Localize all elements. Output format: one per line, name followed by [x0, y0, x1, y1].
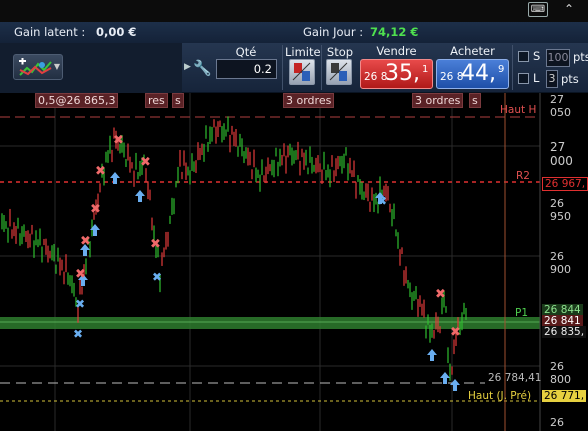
sell-cross-icon[interactable]: ✖	[450, 325, 461, 340]
limit-points-input[interactable]: 3	[546, 70, 558, 88]
candles-group	[1, 116, 467, 381]
order-tag[interactable]: s	[469, 93, 481, 108]
order-tag-text: s	[472, 94, 478, 107]
buy-arrow-icon[interactable]	[110, 172, 120, 184]
order-tag[interactable]: res	[145, 93, 168, 108]
buy-arrow-icon[interactable]	[427, 349, 437, 361]
limit-checkbox[interactable]	[518, 73, 529, 84]
keyboard-icon[interactable]: ⌨	[528, 2, 548, 17]
buy-label: Acheter	[450, 44, 495, 58]
dropdown-arrow-icon: ▼	[53, 62, 60, 71]
y-axis-label: 26 750	[550, 416, 571, 431]
close-position-icon[interactable]: ✖	[75, 297, 85, 311]
sell-cross-icon[interactable]: ✖	[150, 237, 161, 252]
gain-jour-value: 74,12 €	[370, 25, 419, 39]
order-tag[interactable]: s	[172, 93, 184, 108]
quantity-input[interactable]: 0.2	[216, 59, 277, 79]
close-position-icon[interactable]: ✖	[152, 270, 162, 284]
haut-h-label: Haut H	[500, 104, 537, 116]
buy-price-decimal: 9	[498, 64, 505, 75]
trade-markers-group: ✖ ✖ ✖ ✖ ✖ ✖ ✖ ✖ ✖ ✖ ✖ ✖ ✖	[73, 133, 461, 391]
s-label: S	[533, 49, 541, 63]
sell-cross-icon[interactable]: ✖	[80, 234, 91, 249]
y-axis-label: 26 800	[550, 360, 571, 386]
last-price-label: 26 835,	[542, 326, 587, 338]
order-tag[interactable]: 0,5@26 865,3	[35, 93, 119, 108]
buy-arrow-icon[interactable]	[135, 190, 145, 202]
buy-button[interactable]: 26 8 44, 9	[436, 59, 509, 89]
chart-grid	[0, 93, 540, 431]
sell-cross-icon[interactable]: ✖	[140, 155, 151, 170]
chevron-up-icon[interactable]: ⌃	[560, 2, 578, 17]
order-tag-text: s	[175, 94, 181, 107]
haut-j-label: Haut (J. Pré)	[468, 390, 532, 402]
divider	[512, 45, 513, 90]
expand-arrow-icon[interactable]: ▶	[184, 62, 191, 72]
sell-cross-icon[interactable]: ✖	[95, 164, 106, 179]
divider	[282, 45, 283, 90]
close-position-icon[interactable]: ✖	[73, 327, 83, 341]
stop-points-input[interactable]: 100	[546, 49, 570, 67]
sell-cross-icon[interactable]: ✖	[90, 202, 101, 217]
buy-price-prefix: 26 8	[440, 71, 464, 83]
limit-label: Limite	[285, 45, 321, 59]
buy-arrow-icon[interactable]	[440, 372, 450, 384]
sell-label: Vendre	[376, 44, 417, 58]
haut-j-price-label: 26 771,	[542, 390, 587, 402]
gain-latent-value: 0,00 €	[96, 25, 137, 39]
buy-price-main: 44,	[461, 61, 496, 86]
p1-label: P1	[515, 307, 529, 319]
limit-order-button[interactable]	[289, 59, 315, 85]
gain-bar: Gain latent : 0,00 € Gain Jour : 74,12 €	[0, 22, 588, 43]
order-tag-text: 0,5@26 865,3	[38, 94, 116, 107]
r2-label: R2	[516, 170, 530, 182]
wrench-icon[interactable]: 🔧	[193, 59, 212, 77]
l-label: L	[533, 71, 540, 85]
sell-price-decimal: 1	[422, 64, 429, 75]
sell-cross-icon[interactable]: ✖	[113, 133, 124, 148]
add-indicator-button[interactable]: ▼	[13, 54, 63, 80]
stop-checkbox[interactable]	[518, 51, 529, 62]
price-chart[interactable]: ✖ ✖ ✖ ✖ ✖ ✖ ✖ ✖ ✖ ✖ ✖ ✖ ✖ 0,5@26 865,3 res s 3 ordre…	[0, 93, 588, 431]
y-axis-label: 26 950	[550, 197, 571, 223]
stop-label: Stop	[326, 45, 354, 59]
l-unit-label: pts	[561, 72, 579, 86]
indicator-chart-icon	[19, 58, 52, 76]
r2-price-label: 26 967,	[542, 177, 588, 191]
y-axis-label: 27 000	[550, 140, 573, 168]
order-tag[interactable]: 3 ordres	[412, 93, 464, 108]
order-tag-text: res	[148, 94, 165, 107]
y-axis-label: 26 900	[550, 250, 571, 276]
gain-jour-label: Gain Jour :	[303, 25, 364, 39]
top-strip: ⌨ ⌃	[0, 0, 588, 22]
y-axis-label: 27 050	[550, 93, 571, 119]
order-tag-text: 3 ordres	[286, 94, 332, 107]
stop-order-icon	[329, 62, 348, 81]
divider	[321, 45, 322, 90]
limit-order-icon	[292, 62, 311, 81]
sell-cross-icon[interactable]: ✖	[435, 287, 446, 302]
close-position-icon[interactable]: ✖	[377, 194, 387, 208]
sell-button[interactable]: 26 8 35, 1	[360, 59, 433, 89]
sell-cross-icon[interactable]: ✖	[75, 267, 86, 282]
stop-order-button[interactable]	[326, 59, 352, 85]
order-tag[interactable]: 3 ordres	[283, 93, 335, 108]
s-unit-label: pts	[573, 50, 588, 64]
sell-price-main: 35,	[385, 61, 420, 86]
low-price-label: 26 784,41	[488, 372, 542, 384]
sell-price-prefix: 26 8	[364, 71, 388, 83]
order-tag-text: 3 ordres	[415, 94, 461, 107]
gain-latent-label: Gain latent :	[14, 25, 86, 39]
qty-label: Qté	[235, 45, 257, 59]
